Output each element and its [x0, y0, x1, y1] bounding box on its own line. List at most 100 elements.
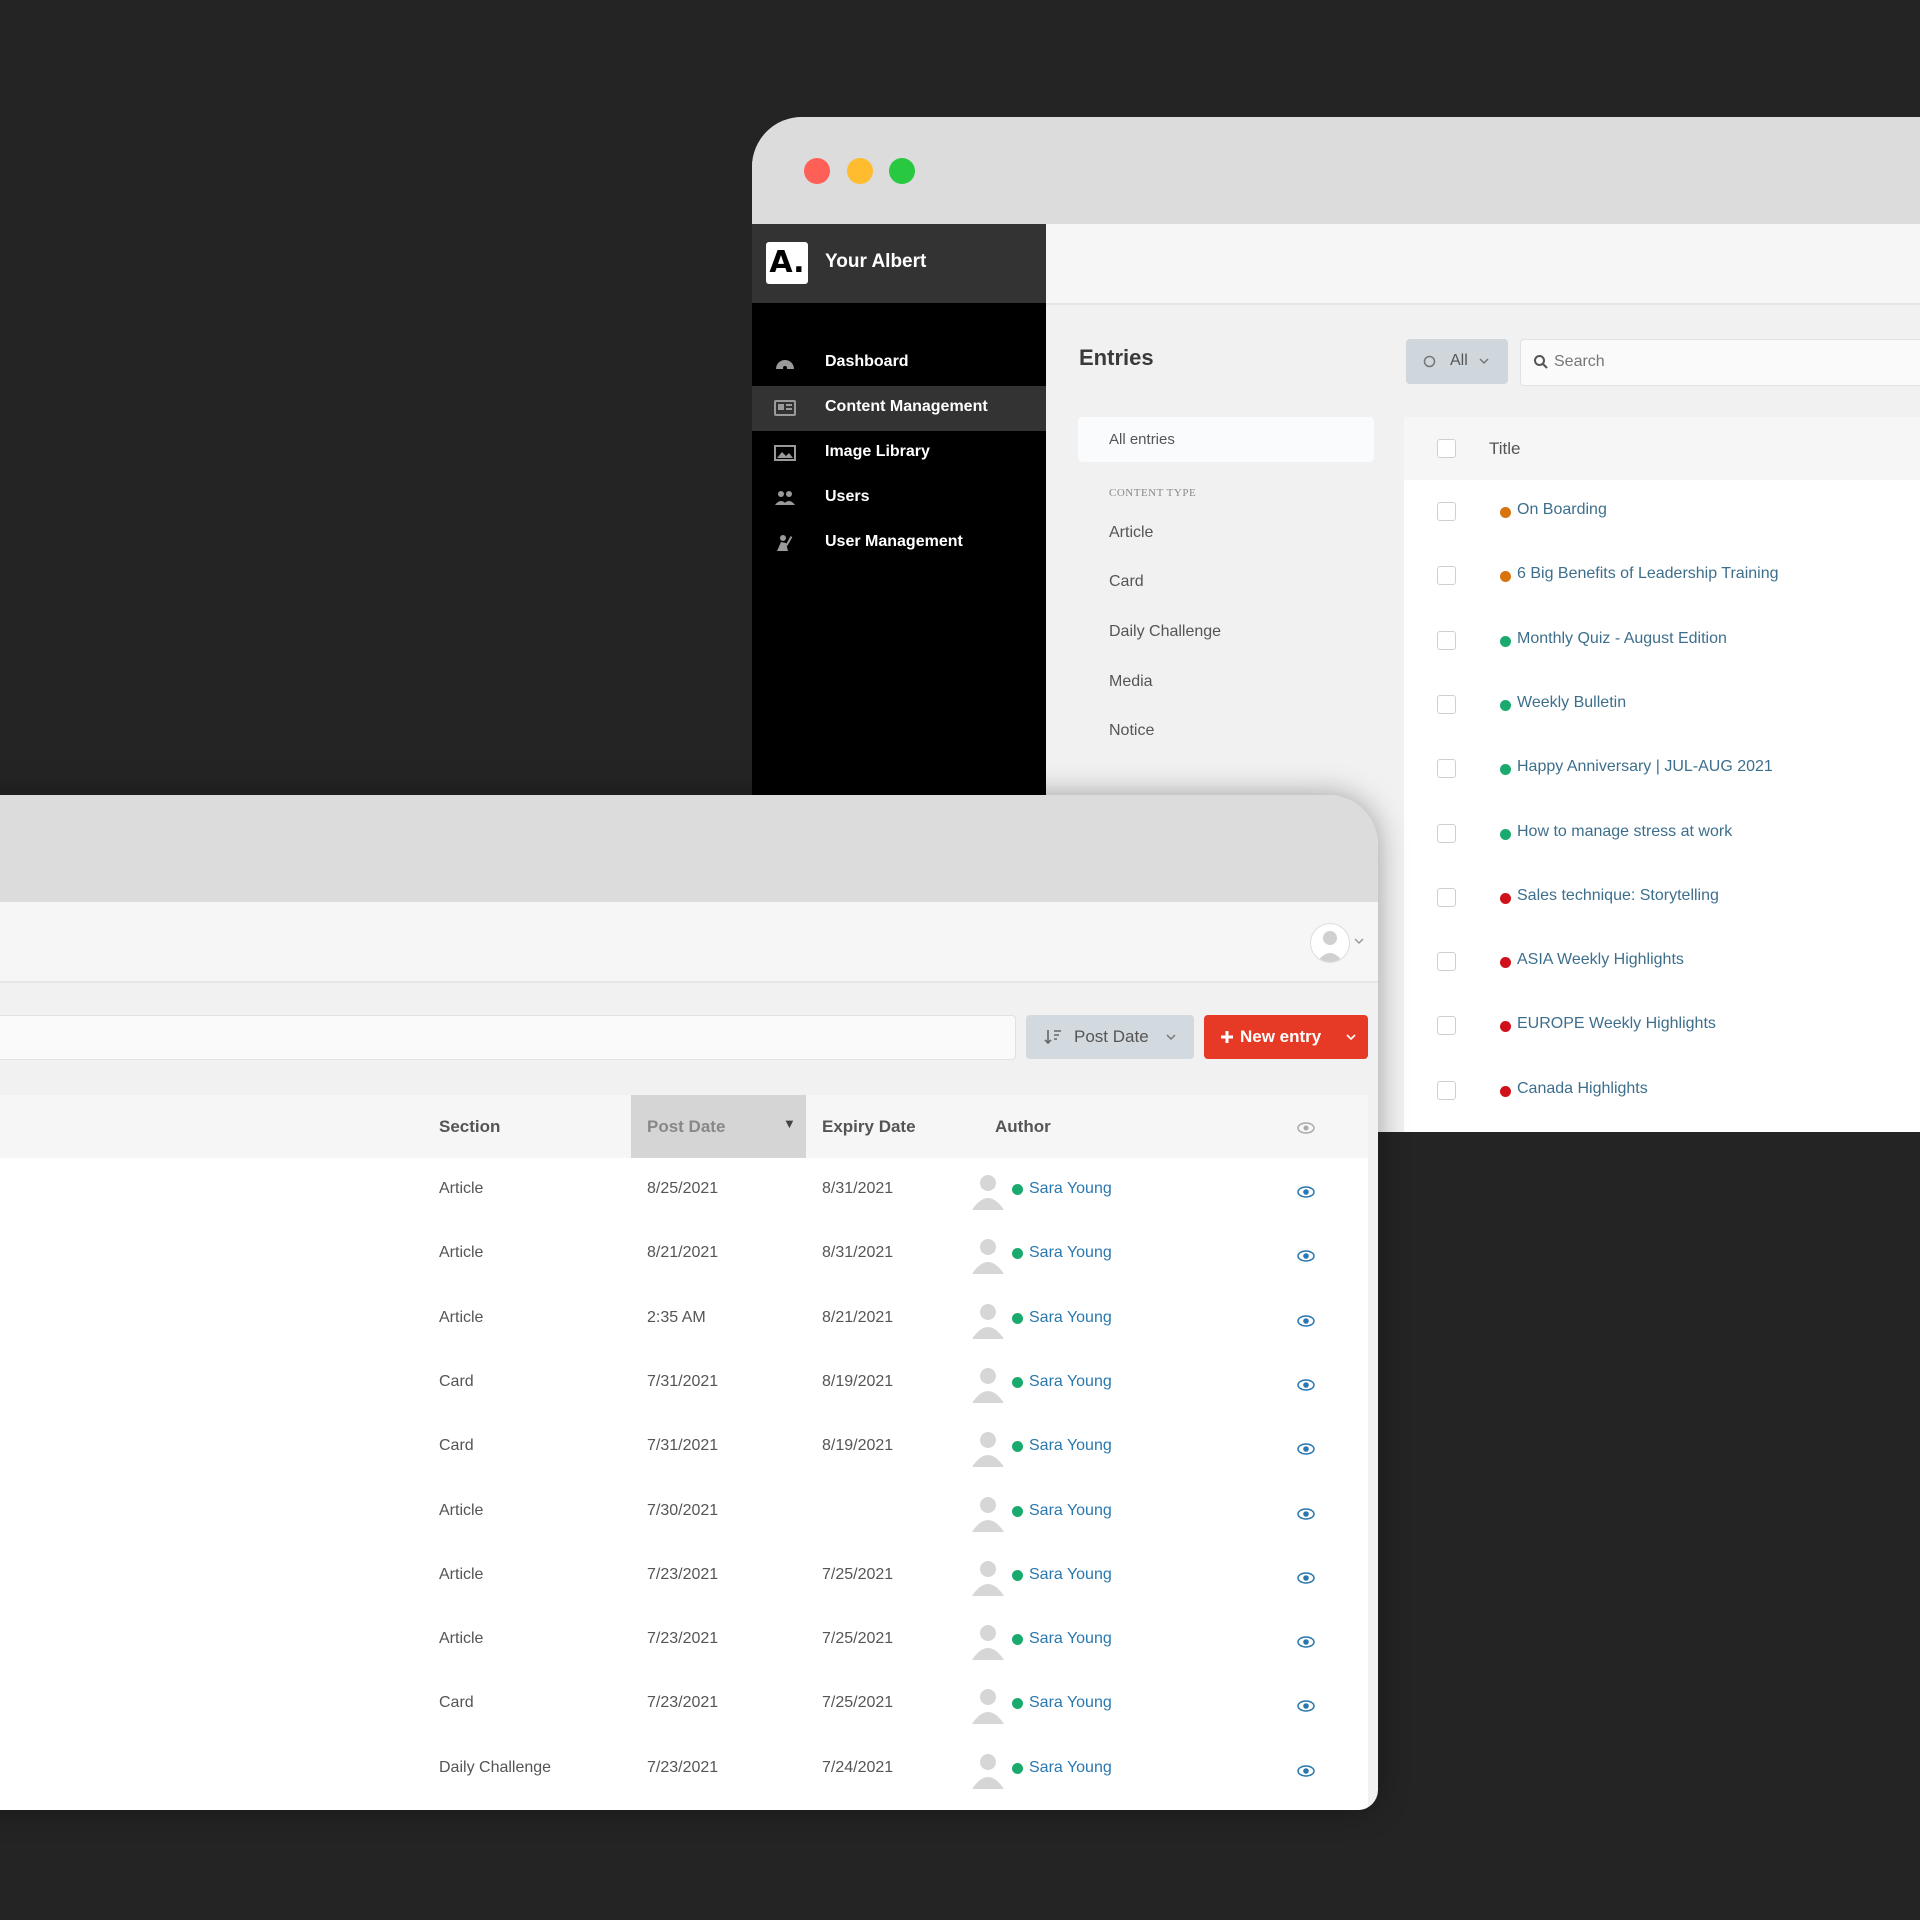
row-checkbox[interactable]: [1437, 823, 1456, 843]
author-link[interactable]: Sara Young: [1029, 1437, 1112, 1455]
close-window-button[interactable]: [804, 158, 830, 184]
eye-icon[interactable]: [1297, 1700, 1315, 1713]
row-checkbox[interactable]: [1437, 887, 1456, 907]
eye-icon[interactable]: [1297, 1636, 1315, 1648]
table-row[interactable]: EUROPE Weekly Highlights: [1404, 994, 1920, 1058]
entry-title-link[interactable]: ASIA Weekly Highlights: [1517, 951, 1684, 969]
title-column-header[interactable]: Title: [1489, 439, 1521, 459]
author-avatar-icon: [972, 1496, 1004, 1532]
sort-descending-icon[interactable]: ▼: [783, 1116, 796, 1131]
entry-title-link[interactable]: 6 Big Benefits of Leadership Training: [1517, 565, 1779, 583]
content-type-media[interactable]: Media: [1109, 673, 1153, 691]
search-input[interactable]: [0, 1015, 1016, 1060]
author-link[interactable]: Sara Young: [1029, 1630, 1112, 1648]
entry-title-link[interactable]: On Boarding: [1517, 501, 1607, 519]
sidebar-item-image-library[interactable]: Image Library: [752, 431, 1046, 476]
search-input[interactable]: Search: [1520, 339, 1920, 386]
chevron-down-icon[interactable]: [1354, 938, 1364, 946]
eye-icon[interactable]: [1297, 1314, 1315, 1327]
entry-title-link[interactable]: How to manage stress at work: [1517, 823, 1732, 841]
sort-dropdown[interactable]: Post Date: [1026, 1015, 1194, 1059]
table-row[interactable]: How to manage stress at work: [1404, 802, 1920, 866]
table-row[interactable]: Article 7/30/2021 Sara Young: [0, 1480, 1368, 1544]
table-row[interactable]: Article 8/25/2021 8/31/2021 Sara Young: [0, 1158, 1368, 1222]
post-date-column-header[interactable]: Post Date: [647, 1117, 725, 1137]
row-checkbox[interactable]: [1437, 502, 1456, 521]
select-all-checkbox[interactable]: [1437, 439, 1456, 458]
section-column-header[interactable]: Section: [439, 1117, 500, 1137]
sort-icon: [1044, 1030, 1061, 1045]
new-entry-button[interactable]: New entry: [1204, 1015, 1368, 1059]
entry-title-link[interactable]: Weekly Bulletin: [1517, 694, 1626, 712]
row-checkbox[interactable]: [1437, 952, 1456, 972]
post-date-cell: 2:35 AM: [647, 1308, 706, 1326]
row-checkbox[interactable]: [1437, 566, 1456, 586]
content-type-heading: CONTENT TYPE: [1109, 487, 1197, 499]
author-link[interactable]: Sara Young: [1029, 1373, 1112, 1391]
row-checkbox[interactable]: [1437, 1016, 1456, 1036]
row-checkbox[interactable]: [1437, 694, 1456, 714]
table-row[interactable]: Monthly Quiz - August Edition: [1404, 609, 1920, 673]
eye-icon[interactable]: [1297, 1572, 1315, 1584]
content-type-daily-challenge[interactable]: Daily Challenge: [1109, 623, 1221, 641]
table-row[interactable]: Card 7/31/2021 8/19/2021 Sara Young: [0, 1415, 1368, 1479]
table-row[interactable]: Canada Highlights: [1404, 1059, 1920, 1123]
row-checkbox[interactable]: [1437, 630, 1456, 650]
eye-icon[interactable]: [1297, 1764, 1315, 1777]
author-link[interactable]: Sara Young: [1029, 1694, 1112, 1712]
table-row[interactable]: Article 8/21/2021 8/31/2021 Sara Young: [0, 1222, 1368, 1286]
table-row[interactable]: On Boarding: [1404, 480, 1920, 544]
author-link[interactable]: Sara Young: [1029, 1309, 1112, 1327]
post-date-cell: 7/31/2021: [647, 1437, 719, 1455]
brand-logo[interactable]: A.: [766, 242, 808, 284]
eye-icon[interactable]: [1297, 1250, 1315, 1263]
section-cell: Article: [439, 1565, 484, 1583]
table-row[interactable]: 6 Big Benefits of Leadership Training: [1404, 544, 1920, 608]
content-type-article[interactable]: Article: [1109, 524, 1153, 542]
author-link[interactable]: Sara Young: [1029, 1566, 1112, 1584]
table-row[interactable]: Sales technique: Storytelling: [1404, 866, 1920, 930]
status-dot: [1500, 699, 1511, 711]
entry-title-link[interactable]: EUROPE Weekly Highlights: [1517, 1015, 1716, 1033]
author-link[interactable]: Sara Young: [1029, 1244, 1112, 1262]
table-row[interactable]: Daily Challenge 7/23/2021 7/24/2021 Sara Yo…: [0, 1737, 1368, 1801]
entry-title-link[interactable]: Canada Highlights: [1517, 1080, 1648, 1098]
content-type-card[interactable]: Card: [1109, 573, 1144, 591]
author-status-dot: [1012, 1312, 1023, 1324]
sidebar-item-users[interactable]: Users: [752, 476, 1046, 521]
table-row[interactable]: Article 7/23/2021 7/25/2021 Sara Young: [0, 1544, 1368, 1608]
sidebar-item-user-management[interactable]: User Management: [752, 521, 1046, 566]
all-entries-filter[interactable]: All entries: [1078, 417, 1374, 462]
entries-detail-table: Section Post Date ▼ Expiry Date Author A…: [0, 1095, 1368, 1810]
sidebar-item-content-management[interactable]: Content Management: [752, 386, 1046, 431]
eye-icon[interactable]: [1297, 1443, 1315, 1455]
entry-title-link[interactable]: Happy Anniversary | JUL-AUG 2021: [1517, 758, 1773, 776]
author-link[interactable]: Sara Young: [1029, 1759, 1112, 1777]
row-checkbox[interactable]: [1437, 1080, 1456, 1100]
author-link[interactable]: Sara Young: [1029, 1180, 1112, 1198]
author-link[interactable]: Sara Young: [1029, 1502, 1112, 1520]
entry-title-link[interactable]: Sales technique: Storytelling: [1517, 887, 1719, 905]
eye-icon[interactable]: [1297, 1122, 1315, 1134]
user-avatar-menu[interactable]: [1310, 923, 1350, 963]
table-row[interactable]: Card 7/23/2021 7/25/2021 Sara Young: [0, 1672, 1368, 1736]
table-row[interactable]: Article 7/23/2021 7/25/2021 Sara Young: [0, 1608, 1368, 1672]
status-filter-dropdown[interactable]: All: [1406, 339, 1508, 384]
sidebar-item-dashboard[interactable]: Dashboard: [752, 341, 1046, 386]
table-row[interactable]: Card 7/31/2021 8/19/2021 Sara Young: [0, 1351, 1368, 1415]
author-column-header[interactable]: Author: [995, 1117, 1051, 1137]
row-checkbox[interactable]: [1437, 759, 1456, 779]
table-row[interactable]: Weekly Bulletin: [1404, 673, 1920, 737]
expiry-date-column-header[interactable]: Expiry Date: [822, 1117, 916, 1137]
table-row[interactable]: Happy Anniversary | JUL-AUG 2021: [1404, 737, 1920, 801]
content-type-notice[interactable]: Notice: [1109, 722, 1154, 740]
post-date-cell: 7/23/2021: [647, 1565, 719, 1583]
entry-title-link[interactable]: Monthly Quiz - August Edition: [1517, 630, 1727, 648]
eye-icon[interactable]: [1297, 1186, 1315, 1198]
maximize-window-button[interactable]: [889, 158, 915, 184]
eye-icon[interactable]: [1297, 1379, 1315, 1391]
table-row[interactable]: ASIA Weekly Highlights: [1404, 930, 1920, 994]
table-row[interactable]: Article 2:35 AM 8/21/2021 Sara Young: [0, 1287, 1368, 1351]
minimize-window-button[interactable]: [847, 158, 873, 184]
eye-icon[interactable]: [1297, 1507, 1315, 1520]
